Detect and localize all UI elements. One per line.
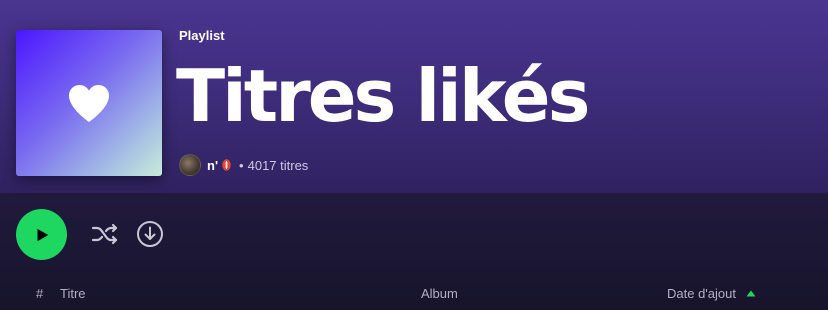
shuffle-button[interactable] bbox=[90, 219, 120, 249]
play-button[interactable] bbox=[16, 209, 67, 260]
playlist-type-label: Playlist bbox=[179, 28, 225, 43]
playlist-meta: n' • 4017 titres bbox=[179, 153, 308, 177]
track-count: 4017 titres bbox=[247, 157, 309, 173]
column-header-album[interactable]: Album bbox=[421, 286, 458, 301]
rugby-ball-icon bbox=[222, 159, 231, 171]
column-header-title[interactable]: Titre bbox=[60, 286, 86, 301]
play-icon bbox=[37, 228, 48, 241]
download-icon bbox=[137, 221, 163, 247]
sort-ascending-icon bbox=[746, 290, 756, 297]
shuffle-icon bbox=[91, 223, 118, 245]
meta-separator: • bbox=[239, 157, 244, 173]
owner-name[interactable]: n' bbox=[207, 158, 218, 173]
column-header-number: # bbox=[36, 286, 44, 301]
playlist-cover[interactable] bbox=[16, 30, 162, 176]
download-button[interactable] bbox=[135, 219, 165, 249]
avatar[interactable] bbox=[179, 154, 201, 176]
column-header-date-label: Date d'ajout bbox=[667, 286, 736, 301]
column-header-date-added[interactable]: Date d'ajout bbox=[667, 286, 756, 301]
page-title: Titres likés bbox=[176, 54, 590, 138]
heart-icon bbox=[69, 85, 109, 122]
